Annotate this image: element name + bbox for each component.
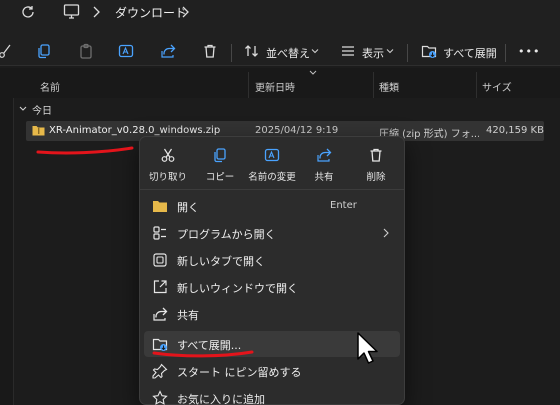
share-icon[interactable]	[160, 43, 176, 59]
cut-icon[interactable]	[0, 43, 14, 59]
rename-button[interactable]: 名前の変更	[246, 145, 298, 185]
column-divider[interactable]	[476, 72, 477, 98]
menu-item-open-with[interactable]: プログラムから開く	[144, 220, 400, 246]
menu-item-open-new-tab[interactable]: 新しいタブで開く	[144, 247, 400, 273]
column-header: 名前 更新日時 種類 サイズ	[0, 68, 560, 98]
view-icon[interactable]	[340, 43, 356, 59]
group-label: 今日	[32, 105, 52, 117]
menu-item-label: すべて展開...	[177, 339, 242, 352]
context-menu-actions: 切り取り コピー 名前の変更 共有 削除	[140, 137, 404, 189]
scissors-icon	[161, 148, 175, 162]
menu-item-add-favorites[interactable]: お気に入りに追加	[144, 385, 400, 405]
delete-button[interactable]: 削除	[350, 145, 402, 185]
share-button[interactable]: 共有	[298, 145, 350, 185]
menu-item-label: 開く	[177, 201, 199, 214]
zip-folder-icon	[32, 126, 45, 136]
menu-item-label: プログラムから開く	[177, 228, 276, 241]
star-icon	[152, 390, 168, 405]
navigation-pane	[0, 68, 14, 405]
file-size: 420,159 KB	[486, 125, 544, 136]
rename-label: 名前の変更	[248, 172, 296, 183]
extract-all-button[interactable]: すべて展開	[443, 45, 497, 61]
menu-item-share[interactable]: 共有	[144, 301, 400, 327]
copy-button[interactable]: コピー	[194, 145, 246, 185]
menu-item-label: スタート にピン留めする	[177, 366, 302, 379]
column-name[interactable]: 名前	[40, 79, 60, 94]
file-modified: 2025/04/12 9:19	[255, 125, 339, 136]
trash-icon	[370, 148, 382, 162]
toolbar-separator	[505, 44, 506, 62]
mouse-cursor-icon	[357, 332, 378, 364]
annotation-underline-filename	[36, 146, 134, 155]
rename-icon[interactable]	[118, 43, 134, 59]
more-options-button[interactable]: •••	[518, 45, 540, 58]
chevron-down-icon[interactable]	[386, 48, 394, 54]
chevron-right-icon	[383, 228, 389, 238]
new-tab-icon	[153, 253, 167, 267]
menu-item-label: 新しいタブで開く	[177, 255, 265, 268]
column-divider[interactable]	[373, 72, 374, 98]
extract-icon	[152, 338, 168, 351]
refresh-icon[interactable]	[20, 4, 36, 20]
sort-indicator-icon	[309, 70, 317, 75]
toolbar-separator	[231, 44, 232, 62]
copy-icon[interactable]	[36, 43, 52, 59]
copy-icon	[214, 148, 226, 163]
open-with-icon	[153, 226, 166, 240]
menu-item-open[interactable]: 開く Enter	[144, 193, 400, 219]
toolbar-separator	[407, 44, 408, 62]
view-button[interactable]: 表示	[362, 45, 384, 61]
menu-item-label: 新しいウィンドウで開く	[177, 282, 298, 295]
pin-icon	[152, 363, 168, 379]
sort-icon[interactable]	[244, 43, 260, 59]
copy-label: コピー	[205, 172, 235, 183]
cut-button[interactable]: 切り取り	[142, 145, 194, 185]
cut-label: 切り取り	[148, 172, 187, 183]
group-header-today[interactable]: 今日	[18, 102, 52, 117]
share-label: 共有	[314, 172, 334, 183]
folder-icon	[153, 201, 167, 212]
share-icon	[317, 148, 332, 162]
breadcrumb-chevron-icon[interactable]	[180, 5, 190, 19]
menu-item-label: 共有	[177, 309, 199, 322]
new-window-icon	[153, 280, 167, 294]
column-divider[interactable]	[248, 72, 249, 98]
delete-label: 削除	[366, 172, 386, 183]
rename-icon	[264, 148, 280, 162]
column-size[interactable]: サイズ	[482, 79, 512, 94]
menu-item-label: お気に入りに追加	[177, 393, 265, 405]
extract-all-icon[interactable]	[421, 43, 437, 59]
breadcrumb-chevron-icon[interactable]	[91, 5, 101, 19]
address-bar: ダウンロード	[0, 0, 560, 26]
command-bar: 並べ替え 表示 すべて展開 •••	[0, 26, 560, 66]
column-type[interactable]: 種類	[379, 79, 399, 94]
delete-icon[interactable]	[202, 43, 218, 59]
chevron-down-icon[interactable]	[18, 105, 28, 113]
menu-shortcut: Enter	[330, 200, 357, 211]
sort-button[interactable]: 並べ替え	[266, 45, 310, 61]
file-name[interactable]: XR-Animator_v0.28.0_windows.zip	[49, 125, 220, 136]
menu-item-open-new-window[interactable]: 新しいウィンドウで開く	[144, 274, 400, 300]
share-icon	[153, 307, 168, 321]
breadcrumb-downloads[interactable]: ダウンロード	[115, 4, 187, 21]
chevron-down-icon[interactable]	[311, 48, 319, 54]
column-modified[interactable]: 更新日時	[255, 79, 295, 94]
menu-divider	[140, 189, 404, 190]
computer-icon[interactable]	[63, 3, 80, 20]
paste-icon[interactable]	[78, 43, 94, 59]
